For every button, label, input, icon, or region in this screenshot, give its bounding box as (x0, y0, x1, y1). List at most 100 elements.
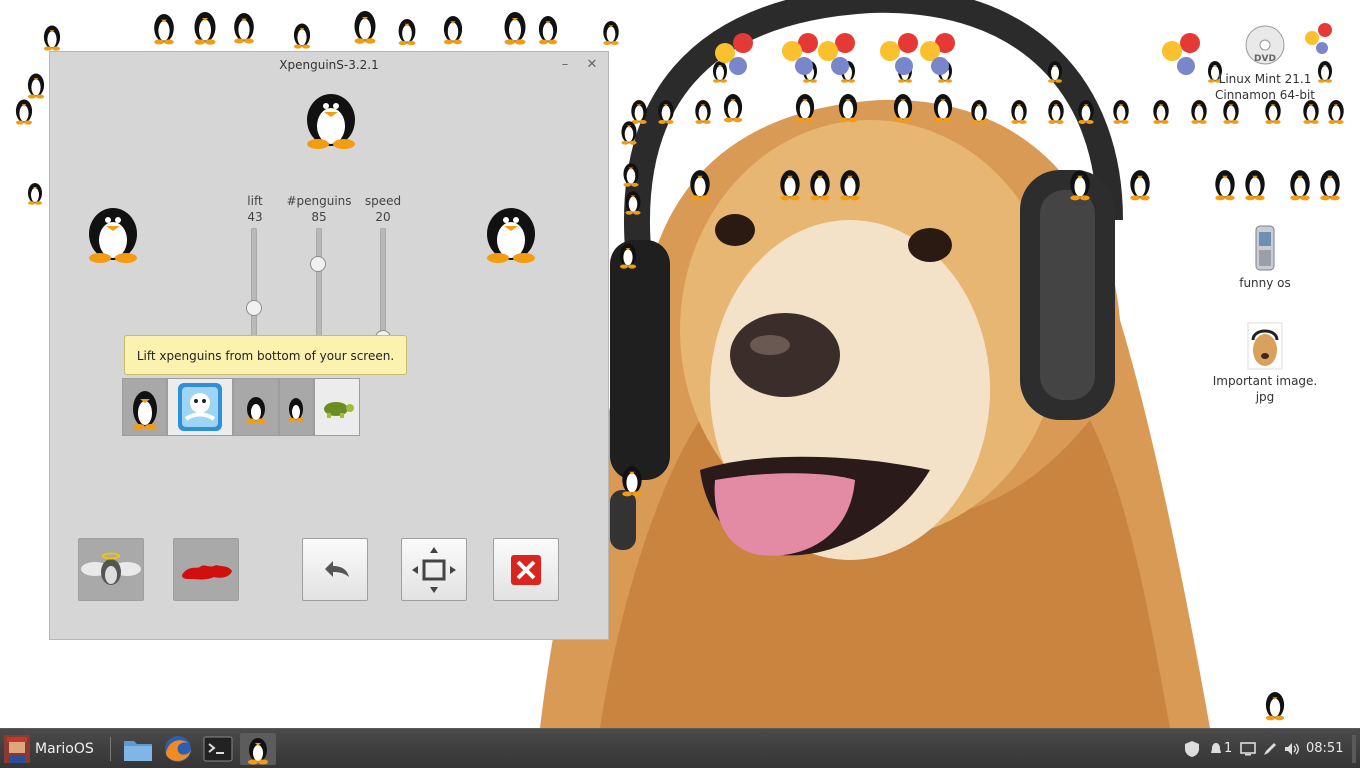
wandering-penguin-icon (780, 170, 800, 201)
wandering-penguin-icon (398, 19, 416, 46)
image-thumbnail-icon (1247, 322, 1283, 370)
terminal-launcher[interactable] (200, 733, 236, 765)
desktop-icon-funny-os[interactable]: funny os (1210, 224, 1320, 291)
slider-name: #penguins (286, 194, 352, 208)
taskbar: MarioOS 1 08:51 (0, 728, 1360, 768)
wandering-penguin-icon (971, 100, 987, 124)
red-x-icon (511, 555, 541, 585)
undo-arrow-icon (325, 561, 349, 577)
window-title: XpenguinS-3.2.1 (279, 58, 379, 72)
wandering-penguin-icon (15, 99, 33, 125)
wandering-penguin-icon (1011, 100, 1027, 124)
wandering-penguin-icon (504, 12, 526, 45)
fit-screen-button[interactable] (401, 538, 467, 601)
theme-big-baby-button[interactable] (167, 378, 233, 436)
wandering-penguin-icon (795, 94, 815, 123)
lift-slider-track[interactable] (251, 228, 257, 340)
theme-tiny-penguin-button[interactable] (279, 378, 314, 436)
desktop-icon-important-image[interactable]: Important image. jpg (1210, 322, 1320, 405)
slider-label-penguins: #penguins 85 (280, 193, 358, 225)
svg-text:DVD: DVD (1254, 54, 1276, 64)
theme-penguins-button[interactable] (122, 378, 167, 436)
menu-button[interactable]: MarioOS (2, 733, 102, 765)
volume-icon[interactable] (1283, 729, 1303, 769)
phone-icon (1255, 225, 1275, 271)
wandering-penguin-icon (1215, 170, 1235, 201)
firefox-launcher[interactable] (160, 733, 196, 765)
close-red-button[interactable] (493, 538, 559, 601)
theme-turtle-button[interactable] (314, 378, 360, 436)
wandering-penguin-icon (622, 466, 642, 497)
taskbar-separator (110, 737, 111, 761)
close-icon[interactable]: ✕ (582, 52, 602, 78)
slider-name: speed (364, 194, 402, 208)
shield-icon[interactable] (1184, 729, 1202, 769)
fit-screen-icon (412, 547, 456, 593)
wandering-penguin-icon (1320, 170, 1340, 201)
wandering-penguin-icon (1113, 100, 1129, 124)
xpenguins-taskbar-button[interactable] (240, 733, 276, 765)
wandering-penguin-icon (1130, 170, 1150, 201)
wandering-penguin-icon (1265, 692, 1285, 721)
penguins-slider-knob[interactable] (310, 256, 326, 272)
lift-slider-knob[interactable] (246, 300, 262, 316)
wandering-penguin-icon (1070, 170, 1090, 201)
penguin-icon (246, 397, 266, 424)
wandering-penguin-icon (43, 25, 61, 51)
wandering-penguin-icon (1191, 100, 1207, 124)
tooltip: Lift xpenguins from bottom of your scree… (124, 335, 407, 375)
bell-icon (1211, 742, 1221, 753)
wandering-penguin-icon (538, 16, 558, 45)
wandering-penguin-icon (354, 11, 376, 44)
desktop-icon-dvd[interactable]: DVD Linux Mint 21.1 Cinnamon 64-bit (1210, 24, 1320, 103)
speed-slider-track[interactable] (380, 228, 386, 340)
wandering-penguin-icon (810, 170, 830, 201)
undo-button[interactable] (302, 538, 368, 601)
wandering-penguin-icon (1078, 100, 1094, 124)
wandering-penguin-icon (154, 14, 174, 45)
wandering-penguin-icon (293, 23, 311, 49)
penguin-icon (133, 391, 157, 430)
angel-penguin-button[interactable] (78, 538, 144, 601)
files-launcher[interactable] (120, 733, 156, 765)
window-titlebar[interactable]: XpenguinS-3.2.1 – ✕ (50, 52, 608, 78)
penguin-icon (288, 398, 304, 422)
wandering-penguin-icon (658, 100, 674, 124)
wandering-penguin-icon (621, 121, 637, 145)
wandering-penguin-icon (1048, 100, 1064, 124)
penguins-slider-track[interactable] (316, 228, 322, 340)
penguin-icon (248, 738, 268, 765)
dvd-icon: DVD (1245, 25, 1285, 65)
show-desktop-button[interactable] (1352, 735, 1356, 763)
desktop-icon-label: Important image. jpg (1212, 374, 1318, 404)
wandering-penguin-icon (1290, 170, 1310, 201)
wandering-penguin-icon (723, 94, 743, 123)
slider-label-speed: speed 20 (358, 193, 408, 225)
wandering-penguin-icon (1328, 100, 1344, 124)
wandering-penguin-icon (619, 243, 637, 269)
mario-avatar-icon (4, 735, 30, 763)
pen-icon[interactable] (1262, 729, 1280, 769)
baby-ice-icon (178, 383, 222, 431)
wandering-penguin-icon (28, 183, 42, 205)
wandering-penguin-icon (443, 16, 463, 45)
clock[interactable]: 08:51 (1306, 729, 1346, 769)
turtle-icon (324, 402, 354, 418)
workspace-number: 1 (1224, 741, 1233, 756)
menu-label: MarioOS (35, 741, 94, 757)
wandering-penguin-icon (625, 191, 641, 215)
display-icon[interactable] (1240, 729, 1258, 769)
desktop-icon-label: funny os (1239, 276, 1291, 290)
folder-icon (124, 741, 152, 761)
slider-value: 85 (311, 210, 327, 224)
penguin-icon (487, 208, 535, 263)
slider-value: 20 (375, 210, 391, 224)
slider-value: 43 (247, 210, 263, 224)
wandering-penguin-icon (838, 94, 858, 123)
wandering-penguin-icon (893, 94, 913, 123)
notification-tray[interactable]: 1 (1208, 729, 1236, 769)
theme-small-penguin-button[interactable] (233, 378, 279, 436)
blood-splat-button[interactable] (173, 538, 239, 601)
firefox-icon (165, 736, 191, 762)
minimize-button[interactable]: – (555, 52, 575, 78)
